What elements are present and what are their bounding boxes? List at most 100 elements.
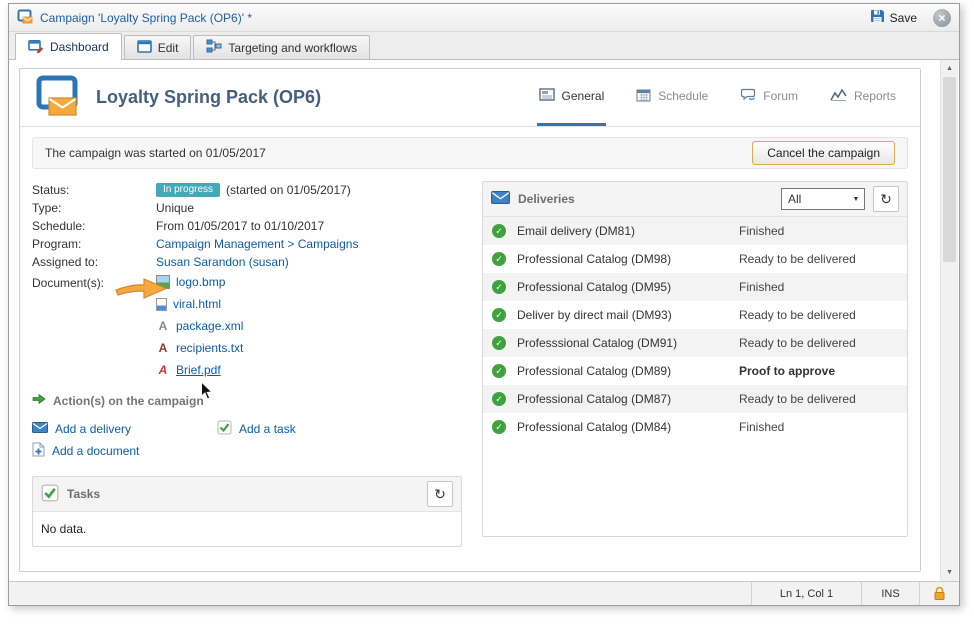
add-document-link[interactable]: Add a document [32, 440, 217, 462]
status-label: Status: [32, 181, 156, 199]
delivery-status-check-icon: ✓ [492, 364, 506, 378]
edit-tab-icon [137, 40, 152, 56]
deliveries-column: Deliveries All ▼ ↻ ✓ [482, 181, 908, 547]
tasks-panel-title: Tasks [67, 487, 427, 501]
tab-general[interactable]: General [537, 69, 607, 126]
program-row: Program: Campaign Management > Campaigns [32, 235, 472, 253]
tab-targeting-workflows[interactable]: Targeting and workflows [193, 35, 370, 59]
tasks-refresh-icon[interactable]: ↻ [427, 481, 453, 507]
tab-targeting-label: Targeting and workflows [228, 41, 357, 55]
save-button-label: Save [890, 11, 917, 25]
envelope-icon [32, 422, 48, 436]
document-link[interactable]: viral.html [173, 295, 221, 313]
action-links: Add a delivery Add a task [32, 418, 412, 462]
delivery-status-check-icon: ✓ [492, 336, 506, 350]
add-task-link[interactable]: Add a task [217, 418, 402, 440]
schedule-value: From 01/05/2017 to 01/10/2017 [156, 217, 324, 235]
delivery-row[interactable]: ✓ Professional Catalog (DM89) Proof to a… [483, 357, 907, 385]
deliveries-envelope-icon [491, 191, 510, 207]
add-delivery-label: Add a delivery [55, 422, 131, 436]
add-delivery-link[interactable]: Add a delivery [32, 418, 217, 440]
delivery-row[interactable]: ✓ Professional Catalog (DM95) Finished [483, 273, 907, 301]
documents-label: Document(s): [32, 271, 156, 292]
assigned-row: Assigned to: Susan Sarandon (susan) [32, 253, 472, 271]
deliveries-filter-value: All [782, 192, 848, 206]
document-item: A package.xml [156, 315, 243, 337]
tab-schedule[interactable]: Schedule [634, 69, 710, 126]
tab-reports[interactable]: Reports [828, 69, 898, 126]
document-item: A recipients.txt [156, 337, 243, 359]
document-link[interactable]: Brief.pdf [176, 361, 221, 379]
green-arrow-icon [32, 393, 46, 408]
type-row: Type: Unique [32, 199, 472, 217]
delivery-row[interactable]: ✓ Email delivery (DM81) Finished [483, 217, 907, 245]
assigned-label: Assigned to: [32, 253, 156, 271]
document-link[interactable]: recipients.txt [176, 339, 243, 357]
calendar-icon [636, 88, 651, 105]
actions-section-header: Action(s) on the campaign [32, 393, 472, 408]
delivery-row[interactable]: ✓ Professsional Catalog (DM91) Ready to … [483, 329, 907, 357]
delivery-status-check-icon: ✓ [492, 252, 506, 266]
delivery-row[interactable]: ✓ Professional Catalog (DM87) Ready to b… [483, 385, 907, 413]
document-type-icon [156, 275, 170, 289]
tab-forum-label: Forum [763, 89, 798, 103]
delivery-status: Ready to be delivered [739, 392, 856, 406]
delivery-status: Ready to be delivered [739, 308, 856, 322]
tasks-panel: Tasks ↻ No data. [32, 476, 462, 547]
save-button[interactable]: Save [870, 9, 917, 27]
scroll-down-icon[interactable]: ▼ [941, 564, 958, 581]
delivery-status-check-icon: ✓ [492, 280, 506, 294]
task-check-icon [217, 420, 232, 438]
delivery-name: Professsional Catalog (DM91) [517, 336, 739, 350]
document-link[interactable]: package.xml [176, 317, 243, 335]
delivery-status-check-icon: ✓ [492, 392, 506, 406]
document-type-icon [156, 298, 167, 311]
tab-general-label: General [562, 89, 605, 103]
main-tab-bar: Dashboard Edit Targeting and workflows [9, 32, 959, 60]
program-link[interactable]: Campaign Management > Campaigns [156, 235, 358, 253]
cursor-position-indicator: Ln 1, Col 1 [751, 582, 861, 605]
chevron-down-icon: ▼ [848, 196, 864, 203]
save-disk-icon [870, 9, 885, 27]
status-value: (started on 01/05/2017) [226, 181, 351, 199]
document-link[interactable]: logo.bmp [176, 273, 225, 291]
campaign-header: Loyalty Spring Pack (OP6) General Schedu… [20, 69, 920, 127]
delivery-name: Professional Catalog (DM87) [517, 392, 739, 406]
delivery-name: Professional Catalog (DM95) [517, 280, 739, 294]
insert-mode-indicator: INS [861, 582, 919, 605]
document-item: logo.bmp [156, 271, 243, 293]
delivery-status: Ready to be delivered [739, 336, 856, 350]
delivery-status: Finished [739, 224, 784, 238]
type-label: Type: [32, 199, 156, 217]
scroll-up-icon[interactable]: ▲ [941, 60, 958, 77]
scrollbar-thumb[interactable] [943, 77, 956, 262]
close-icon[interactable]: × [933, 9, 951, 27]
deliveries-filter-select[interactable]: All ▼ [781, 188, 865, 210]
delivery-status-check-icon: ✓ [492, 224, 506, 238]
vertical-scrollbar[interactable]: ▲ ▼ [940, 60, 958, 581]
tasks-empty-message: No data. [33, 512, 461, 546]
delivery-row[interactable]: ✓ Professional Catalog (DM98) Ready to b… [483, 245, 907, 273]
tab-dashboard-label: Dashboard [50, 40, 109, 54]
delivery-status: Finished [739, 280, 784, 294]
status-badge: In progress [156, 183, 220, 197]
dashboard-tab-icon [28, 39, 44, 56]
dashboard-content: Loyalty Spring Pack (OP6) General Schedu… [9, 60, 959, 581]
dashboard-panel: Loyalty Spring Pack (OP6) General Schedu… [19, 68, 921, 572]
window-title: Campaign 'Loyalty Spring Pack (OP6)' * [40, 11, 870, 25]
tab-schedule-label: Schedule [658, 89, 708, 103]
delivery-row[interactable]: ✓ Deliver by direct mail (DM93) Ready to… [483, 301, 907, 329]
page-title: Loyalty Spring Pack (OP6) [96, 87, 537, 108]
tab-edit[interactable]: Edit [124, 35, 192, 59]
add-document-icon [32, 442, 45, 460]
chart-icon [830, 88, 847, 104]
deliveries-refresh-icon[interactable]: ↻ [873, 186, 899, 212]
assigned-to-link[interactable]: Susan Sarandon (susan) [156, 253, 289, 271]
tasks-panel-header: Tasks ↻ [33, 477, 461, 512]
cancel-campaign-button[interactable]: Cancel the campaign [752, 141, 895, 165]
tab-forum[interactable]: Forum [738, 69, 800, 126]
tab-dashboard[interactable]: Dashboard [15, 33, 122, 60]
general-icon [539, 88, 555, 104]
delivery-status-check-icon: ✓ [492, 420, 506, 434]
delivery-row[interactable]: ✓ Professional Catalog (DM84) Finished [483, 413, 907, 441]
